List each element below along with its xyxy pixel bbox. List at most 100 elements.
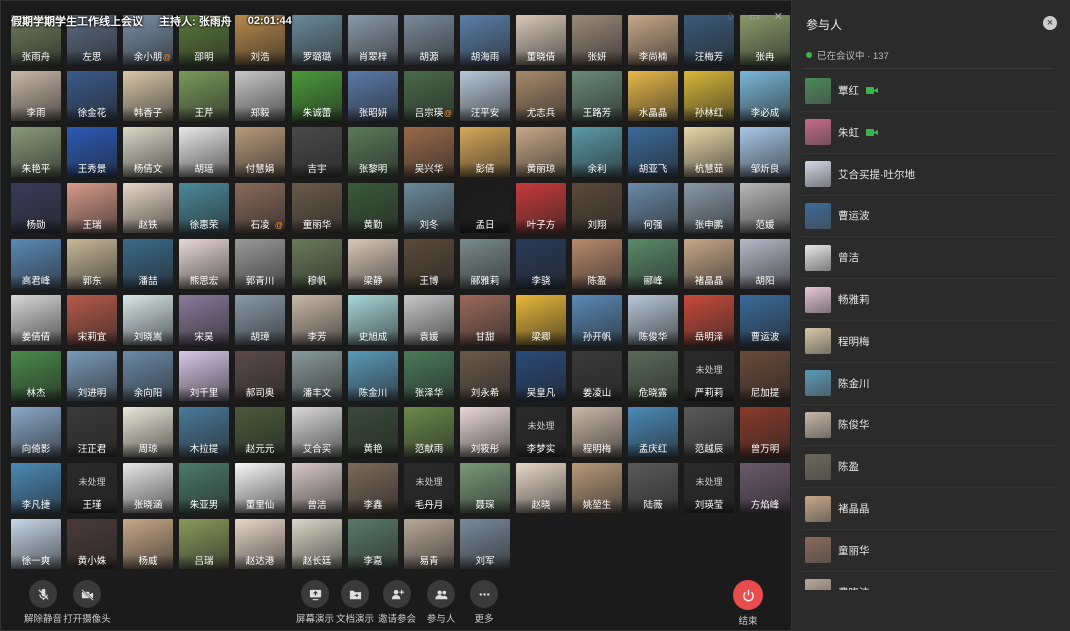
participant-tile[interactable]: 叶子方 bbox=[516, 183, 566, 233]
participant-tile[interactable]: 曹运波 bbox=[740, 295, 790, 345]
participant-tile[interactable]: 李尚楠 bbox=[628, 15, 678, 65]
participant-tile[interactable]: 朱艳平 bbox=[11, 127, 61, 177]
participant-tile[interactable]: 未处理 王瑾 bbox=[67, 463, 117, 513]
participant-tile[interactable]: 李鑫 bbox=[348, 463, 398, 513]
participant-tile[interactable]: 杨倩文 bbox=[123, 127, 173, 177]
more-button[interactable]: 更多 bbox=[456, 580, 512, 625]
participant-tile[interactable]: 木拉提 bbox=[179, 407, 229, 457]
participant-tile[interactable]: 未处理 毛丹月 bbox=[404, 463, 454, 513]
participant-tile[interactable]: 高君峰 bbox=[11, 239, 61, 289]
participant-tile[interactable]: 水晶晶 bbox=[628, 71, 678, 121]
participant-tile[interactable]: 李嘉 bbox=[348, 519, 398, 569]
participant-tile[interactable]: 黄勤 bbox=[348, 183, 398, 233]
participant-tile[interactable]: 王秀景 bbox=[67, 127, 117, 177]
participant-tile[interactable]: 胡阳 bbox=[740, 239, 790, 289]
participant-list-item[interactable]: 曹运波 bbox=[802, 195, 1056, 238]
participant-tile[interactable]: 刘军 bbox=[460, 519, 510, 569]
participant-tile[interactable]: 童丽华 bbox=[292, 183, 342, 233]
participant-list-item[interactable]: 曾洁 bbox=[802, 237, 1056, 280]
participant-tile[interactable]: 汪正君 bbox=[67, 407, 117, 457]
participant-tile[interactable]: 胡璋 bbox=[235, 295, 285, 345]
participant-tile[interactable]: 徐金花 bbox=[67, 71, 117, 121]
participant-tile[interactable]: 肖翠梓 bbox=[348, 15, 398, 65]
participant-tile[interactable]: 杨勋 bbox=[11, 183, 61, 233]
participant-tile[interactable]: 孙开帆 bbox=[572, 295, 622, 345]
participant-tile[interactable]: 梁卿 bbox=[516, 295, 566, 345]
participant-tile[interactable]: 孟庆红 bbox=[628, 407, 678, 457]
participant-tile[interactable]: 未处理 严莉莉 bbox=[684, 351, 734, 401]
participant-tile[interactable]: 危晓露 bbox=[628, 351, 678, 401]
participant-tile[interactable]: 范媛 bbox=[740, 183, 790, 233]
participant-tile[interactable]: 程明梅 bbox=[572, 407, 622, 457]
participant-tile[interactable]: 刘晓嵩 bbox=[123, 295, 173, 345]
participant-list-item[interactable]: 覃红 bbox=[802, 70, 1056, 112]
participant-tile[interactable]: 胡源 bbox=[404, 15, 454, 65]
participant-tile[interactable]: 张妍 bbox=[572, 15, 622, 65]
participant-tile[interactable]: 郭青川 bbox=[235, 239, 285, 289]
participant-tile[interactable]: 赵元元 bbox=[235, 407, 285, 457]
participant-tile[interactable]: 黄丽琼 bbox=[516, 127, 566, 177]
participant-tile[interactable]: 方焰峰 bbox=[740, 463, 790, 513]
participant-tile[interactable]: 朱亚男 bbox=[179, 463, 229, 513]
participant-tile[interactable]: 徐一爽 bbox=[11, 519, 61, 569]
participant-tile[interactable]: 郝司奥 bbox=[235, 351, 285, 401]
participant-tile[interactable]: 陈金川 bbox=[348, 351, 398, 401]
participant-tile[interactable]: 李芳 bbox=[292, 295, 342, 345]
participant-tile[interactable]: 向倚影 bbox=[11, 407, 61, 457]
pin-icon[interactable]: ♢ bbox=[726, 10, 736, 23]
participant-tile[interactable]: 陆薇 bbox=[628, 463, 678, 513]
participant-list-item[interactable]: 艾合买提·吐尔地 bbox=[802, 154, 1056, 196]
participant-tile[interactable]: 李骁 bbox=[516, 239, 566, 289]
participant-tile[interactable]: 易青 bbox=[404, 519, 454, 569]
participant-tile[interactable]: 姜倩倩 bbox=[11, 295, 61, 345]
participant-tile[interactable]: 潘丰文 bbox=[292, 351, 342, 401]
participant-tile[interactable]: 尼加提 bbox=[740, 351, 790, 401]
participant-tile[interactable]: 吴皇凡 bbox=[516, 351, 566, 401]
participant-tile[interactable]: 胡亚飞 bbox=[628, 127, 678, 177]
participant-tile[interactable]: 郦峰 bbox=[628, 239, 678, 289]
participant-tile[interactable]: 胡瑶 bbox=[179, 127, 229, 177]
participant-list-item[interactable]: 费晓洁 bbox=[802, 572, 1056, 590]
participant-tile[interactable]: 刘永希 bbox=[460, 351, 510, 401]
end-meeting-button[interactable]: 结束 bbox=[720, 580, 776, 627]
participant-tile[interactable]: 吉宇 bbox=[292, 127, 342, 177]
participant-tile[interactable]: 董里仙 bbox=[235, 463, 285, 513]
participant-list-item[interactable]: 陈金川 bbox=[802, 363, 1056, 405]
participant-tile[interactable]: 孟日 bbox=[460, 183, 510, 233]
participant-tile[interactable]: 徐惠荣 bbox=[179, 183, 229, 233]
participant-tile[interactable]: 何强 bbox=[628, 183, 678, 233]
participant-tile[interactable]: 曾洁 bbox=[292, 463, 342, 513]
participant-tile[interactable]: 潘喆 bbox=[123, 239, 173, 289]
participant-tile[interactable]: 吴兴华 bbox=[404, 127, 454, 177]
participant-tile[interactable]: 黄艳 bbox=[348, 407, 398, 457]
participant-tile[interactable]: 穆帆 bbox=[292, 239, 342, 289]
participant-tile[interactable]: 艾合买 bbox=[292, 407, 342, 457]
participant-tile[interactable]: 余利 bbox=[572, 127, 622, 177]
participant-tile[interactable]: 罗璐璐 bbox=[292, 15, 342, 65]
participant-tile[interactable]: 赵铁 bbox=[123, 183, 173, 233]
participant-tile[interactable]: 邹炘良 bbox=[740, 127, 790, 177]
participant-tile[interactable]: 张晓涵 bbox=[123, 463, 173, 513]
participant-tile[interactable]: 姚堃生 bbox=[572, 463, 622, 513]
participant-tile[interactable]: 尤志兵 bbox=[516, 71, 566, 121]
participant-tile[interactable]: 聂琛 bbox=[460, 463, 510, 513]
participant-tile[interactable]: 胡海雨 bbox=[460, 15, 510, 65]
close-panel-icon[interactable]: × bbox=[1043, 16, 1057, 30]
participant-tile[interactable]: 朱诚蕾 bbox=[292, 71, 342, 121]
participant-tile[interactable]: 李雨 bbox=[11, 71, 61, 121]
participant-list[interactable]: 覃红朱虹艾合买提·吐尔地曹运波曾洁畅雅莉程明梅陈金川陈俊华陈盈褚晶晶童丽华费晓洁 bbox=[792, 70, 1070, 590]
participant-tile[interactable]: 宋昊 bbox=[179, 295, 229, 345]
participant-tile[interactable]: 范献雨 bbox=[404, 407, 454, 457]
participant-tile[interactable]: 张泽华 bbox=[404, 351, 454, 401]
participant-tile[interactable]: 杭慧茹 bbox=[684, 127, 734, 177]
close-window-icon[interactable]: ✕ bbox=[774, 10, 783, 23]
participant-list-item[interactable]: 陈俊华 bbox=[802, 404, 1056, 447]
participant-tile[interactable]: 李凡捷 bbox=[11, 463, 61, 513]
participant-list-item[interactable]: 陈盈 bbox=[802, 446, 1056, 489]
participant-tile[interactable]: 张申鹏 bbox=[684, 183, 734, 233]
participant-tile[interactable]: 张昭妍 bbox=[348, 71, 398, 121]
participant-list-item[interactable]: 褚晶晶 bbox=[802, 488, 1056, 530]
participant-tile[interactable]: 熊思宏 bbox=[179, 239, 229, 289]
participant-tile[interactable]: 刘千里 bbox=[179, 351, 229, 401]
participant-tile[interactable]: 刘进明 bbox=[67, 351, 117, 401]
